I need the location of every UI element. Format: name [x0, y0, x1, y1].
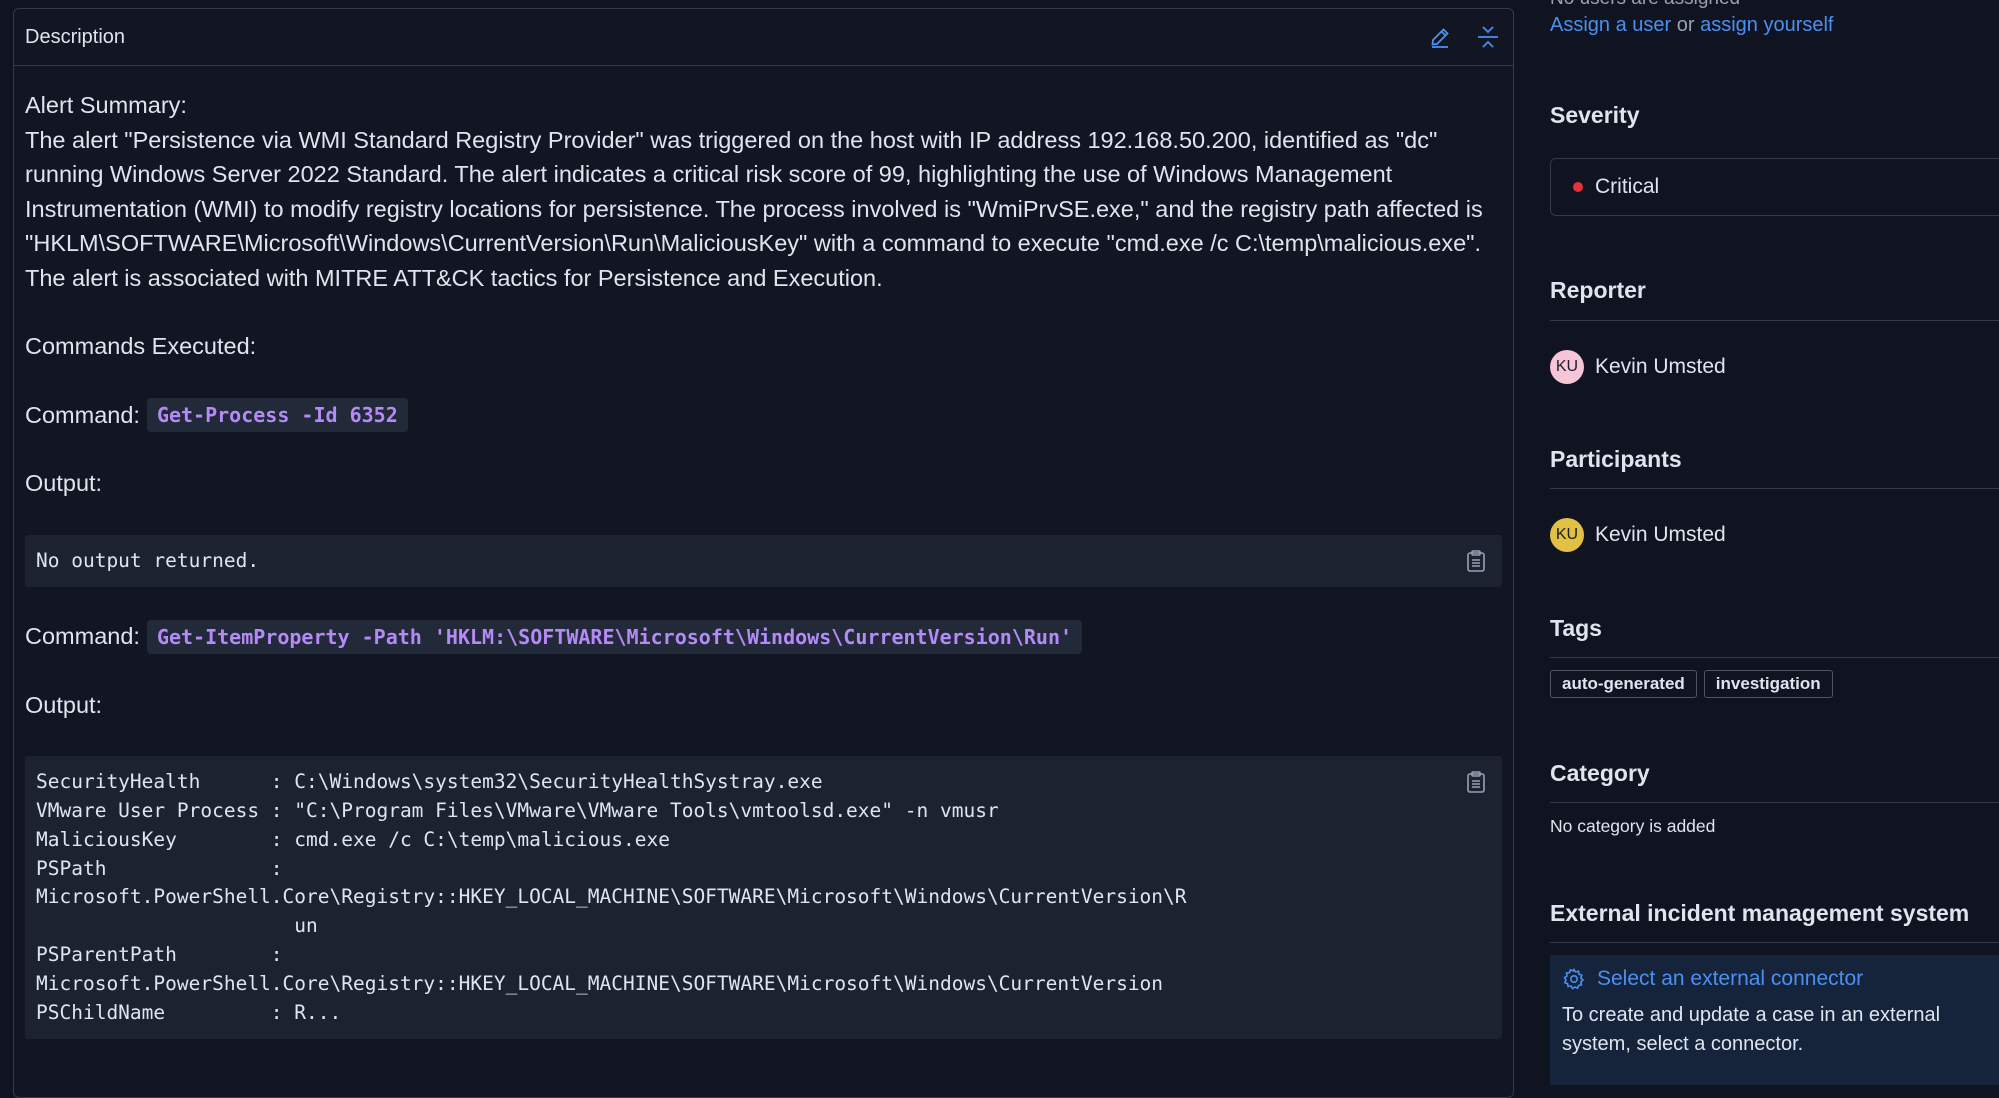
severity-dot-icon — [1573, 182, 1583, 192]
avatar: KU — [1550, 350, 1584, 384]
external-title: External incident management system — [1550, 900, 1970, 926]
participant-user[interactable]: KU Kevin Umsted — [1550, 518, 1726, 552]
connector-help-text: To create and update a case in an extern… — [1562, 1004, 1941, 1055]
severity-value: Critical — [1595, 175, 1660, 198]
or-text: or — [1671, 14, 1701, 36]
section-divider — [1550, 488, 1999, 489]
description-header: Description — [14, 9, 1513, 66]
reporter-name: Kevin Umsted — [1595, 355, 1726, 378]
gear-icon — [1563, 967, 1585, 990]
reporter-user[interactable]: KU Kevin Umsted — [1550, 350, 1726, 384]
output-text: No output returned. — [36, 548, 260, 572]
command-line-1: Command: Get-Process -Id 6352 — [25, 397, 1502, 433]
output-block-1: No output returned. — [25, 534, 1502, 588]
tag-investigation[interactable]: investigation — [1703, 670, 1833, 698]
command-code: Get-ItemProperty -Path 'HKLM:\SOFTWARE\M… — [146, 619, 1083, 654]
section-divider — [1550, 802, 1999, 803]
external-connector-callout: Select an external connector To create a… — [1550, 955, 1999, 1085]
output-label: Output: — [25, 691, 103, 718]
summary-heading: Alert Summary: — [25, 92, 187, 118]
tags-title: Tags — [1550, 615, 1602, 641]
assign-user-link[interactable]: Assign a user — [1550, 14, 1671, 36]
category-empty-text: No category is added — [1550, 816, 1716, 836]
section-divider — [1550, 942, 1999, 943]
description-title: Description — [25, 25, 126, 48]
header-actions — [1427, 24, 1501, 50]
assign-line: Assign a user or assign yourself — [1550, 14, 1833, 37]
edit-pencil-icon[interactable] — [1427, 24, 1453, 50]
severity-title: Severity — [1550, 102, 1640, 128]
output-block-2: SecurityHealth : C:\Windows\system32\Sec… — [25, 756, 1502, 1040]
description-panel: Description Alert Summary: The alert "Pe… — [13, 8, 1514, 1098]
reporter-title: Reporter — [1550, 277, 1646, 303]
participant-name: Kevin Umsted — [1595, 523, 1726, 546]
severity-select[interactable]: Critical — [1550, 158, 1999, 216]
section-divider — [1550, 320, 1999, 321]
command-line-2: Command: Get-ItemProperty -Path 'HKLM:\S… — [25, 619, 1502, 654]
commands-heading: Commands Executed: — [25, 333, 257, 359]
section-divider — [1550, 657, 1999, 658]
participants-title: Participants — [1550, 446, 1682, 472]
description-body: Alert Summary: The alert "Persistence vi… — [14, 66, 1513, 1040]
assign-yourself-link[interactable]: assign yourself — [1700, 14, 1833, 36]
select-connector-label: Select an external connector — [1597, 967, 1864, 990]
summary-text: The alert "Persistence via WMI Standard … — [25, 126, 1483, 291]
no-users-text: No users are assigned — [1550, 0, 1740, 10]
copy-clipboard-icon[interactable] — [1464, 770, 1488, 794]
output-label: Output: — [25, 470, 103, 496]
category-title: Category — [1550, 760, 1650, 786]
output-text: SecurityHealth : C:\Windows\system32\Sec… — [36, 770, 1187, 1024]
copy-clipboard-icon[interactable] — [1464, 549, 1488, 573]
avatar: KU — [1550, 518, 1584, 552]
tags-list: auto-generated investigation — [1550, 670, 1833, 698]
command-label: Command: — [25, 623, 140, 650]
select-connector-link[interactable]: Select an external connector — [1562, 967, 1999, 991]
tag-auto-generated[interactable]: auto-generated — [1550, 670, 1697, 698]
command-label: Command: — [25, 401, 140, 428]
collapse-icon[interactable] — [1475, 24, 1501, 50]
command-code: Get-Process -Id 6352 — [146, 397, 408, 432]
